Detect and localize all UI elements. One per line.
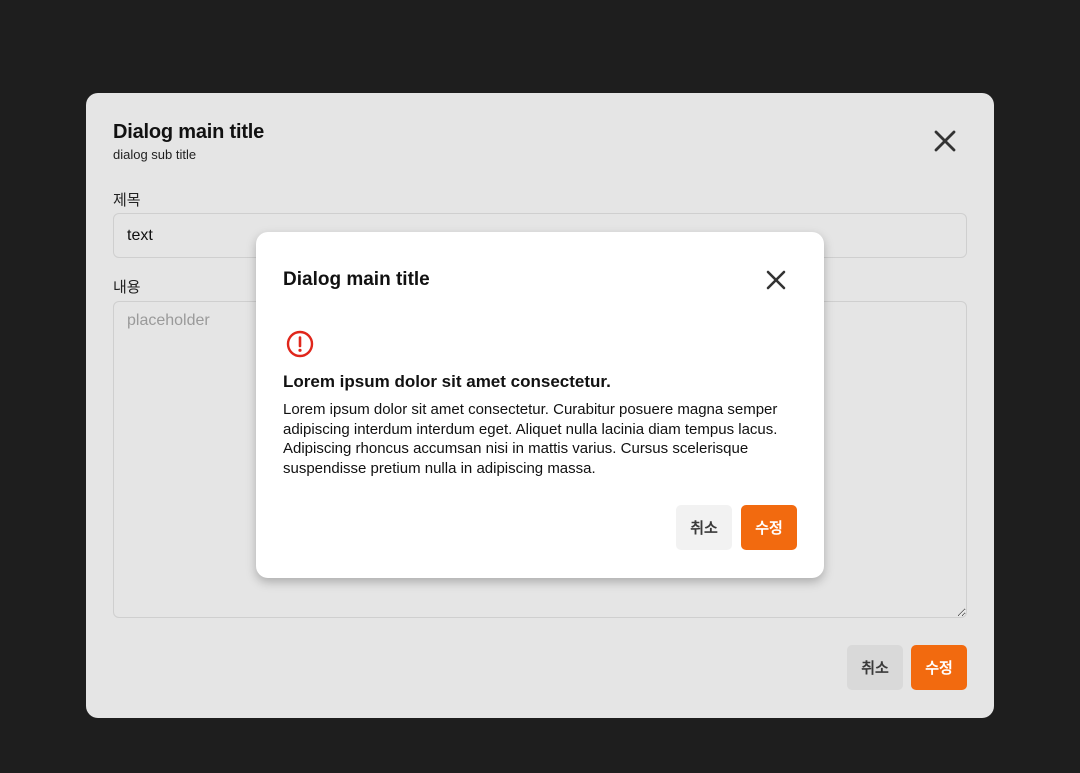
content-field-label: 내용: [113, 279, 141, 296]
close-icon[interactable]: [764, 268, 788, 292]
cancel-button[interactable]: 취소: [847, 645, 903, 690]
alert-dialog: Dialog main title Lorem ipsum dolor sit …: [256, 232, 824, 578]
alert-confirm-button[interactable]: 수정: [741, 505, 797, 550]
dialog-subtitle: dialog sub title: [113, 147, 197, 162]
alert-heading: Lorem ipsum dolor sit amet consectetur.: [283, 372, 611, 391]
alert-cancel-button[interactable]: 취소: [676, 505, 732, 550]
alert-body-text: Lorem ipsum dolor sit amet consectetur. …: [283, 401, 778, 477]
dialog-title: Dialog main title: [113, 121, 265, 143]
title-field-label: 제목: [113, 192, 141, 209]
exclamation-circle-icon: [286, 330, 314, 358]
close-icon[interactable]: [932, 128, 958, 154]
confirm-button[interactable]: 수정: [911, 645, 967, 690]
alert-dialog-title: Dialog main title: [283, 269, 430, 290]
